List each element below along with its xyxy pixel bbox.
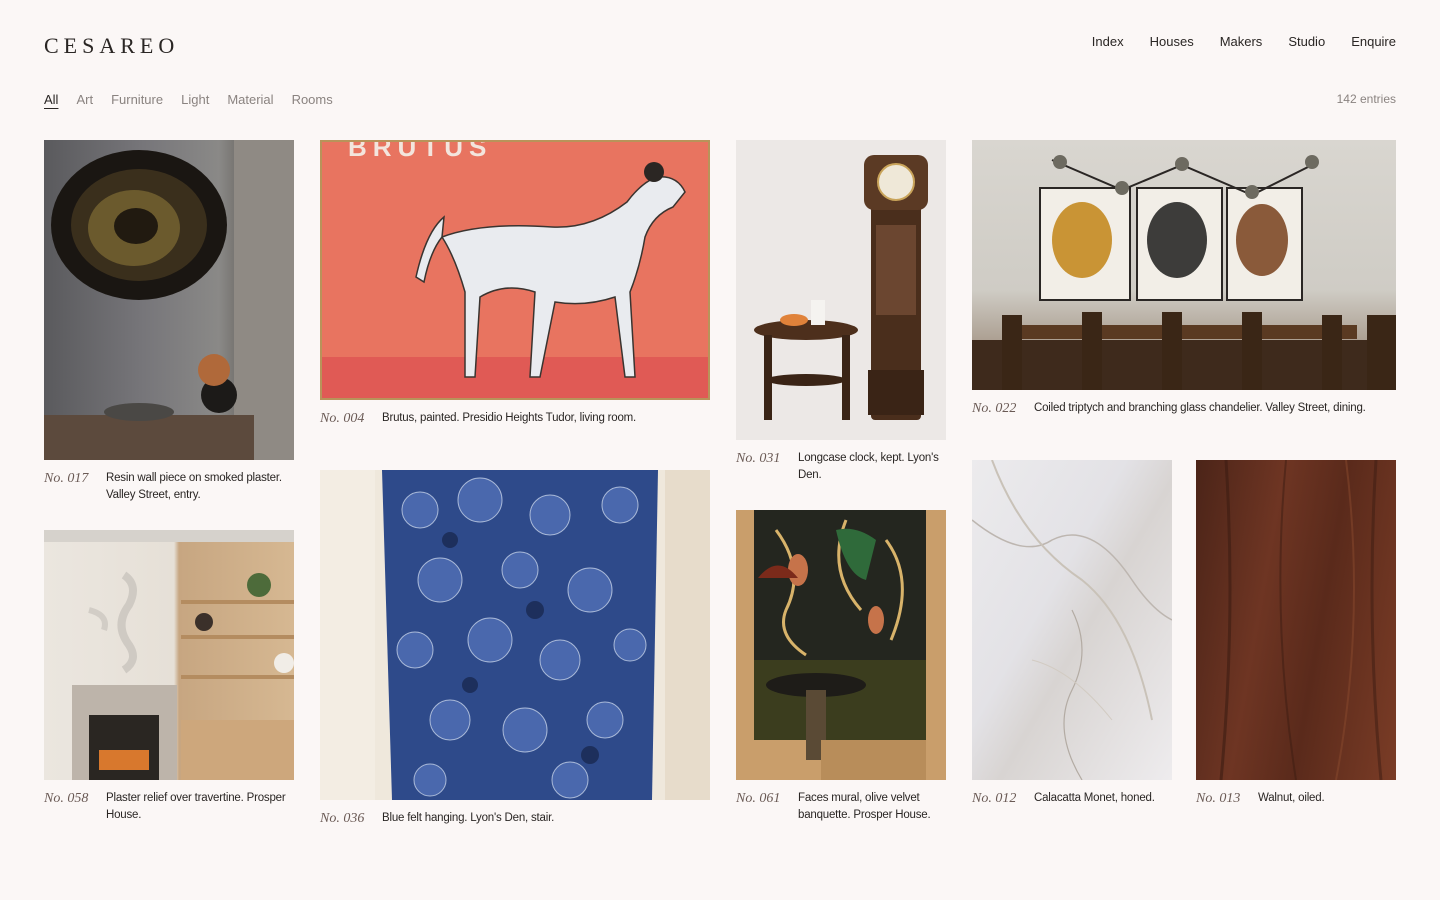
dining-image bbox=[972, 155, 1396, 390]
entry-card[interactable]: No. 012 Calacatta Monet, honed. bbox=[972, 460, 1172, 810]
entry-text: Blue felt hanging. Lyon's Den, stair. bbox=[382, 812, 555, 824]
entry-number: No. 058 bbox=[44, 791, 89, 806]
entry-image[interactable] bbox=[736, 140, 946, 440]
felt-hanging bbox=[320, 470, 710, 800]
entry-text: Plaster relief over travertine. Prosper … bbox=[106, 792, 286, 821]
entry-caption: No. 022 Coiled triptych and branching gl… bbox=[972, 400, 1396, 417]
filter-all[interactable]: All bbox=[44, 92, 58, 107]
resin-artwork bbox=[44, 140, 294, 460]
nav-item-makers[interactable]: Makers bbox=[1220, 34, 1263, 49]
entry-number: No. 022 bbox=[972, 401, 1017, 416]
entry-text: Brutus, painted. Presidio Heights Tudor,… bbox=[382, 412, 637, 424]
entry-image[interactable]: BRUTUS bbox=[320, 140, 710, 400]
entry-card[interactable]: No. 061 Faces mural, olive velvet banque… bbox=[736, 510, 946, 825]
entry-number: No. 004 bbox=[320, 411, 365, 426]
nav-item-studio[interactable]: Studio bbox=[1288, 34, 1325, 49]
brand-logo[interactable]: CESAREO bbox=[44, 33, 179, 59]
entry-card[interactable]: No. 031 Longcase clock, kept. Lyon's Den… bbox=[736, 140, 946, 485]
entry-text: Resin wall piece on smoked plaster. Vall… bbox=[106, 472, 282, 501]
nav-item-enquire[interactable]: Enquire bbox=[1351, 34, 1396, 49]
entry-card[interactable]: No. 013 Walnut, oiled. bbox=[1196, 460, 1396, 810]
entry-text: Longcase clock, kept. Lyon's Den. bbox=[798, 452, 939, 481]
mural-image bbox=[754, 510, 926, 780]
marble-swatch bbox=[972, 460, 1172, 780]
entry-image[interactable] bbox=[44, 140, 294, 460]
entry-card[interactable]: No. 022 Coiled triptych and branching gl… bbox=[972, 140, 1396, 420]
entry-caption: No. 013 Walnut, oiled. bbox=[1196, 790, 1396, 807]
entry-image[interactable] bbox=[972, 460, 1172, 780]
filter-art[interactable]: Art bbox=[76, 92, 93, 107]
entry-caption: No. 017 Resin wall piece on smoked plast… bbox=[44, 470, 294, 504]
entry-number: No. 036 bbox=[320, 811, 365, 826]
entry-number: No. 013 bbox=[1196, 791, 1241, 806]
entry-text: Walnut, oiled. bbox=[1258, 792, 1325, 804]
entry-caption: No. 031 Longcase clock, kept. Lyon's Den… bbox=[736, 450, 946, 484]
entry-card[interactable]: No. 036 Blue felt hanging. Lyon's Den, s… bbox=[320, 470, 710, 830]
entry-number: No. 012 bbox=[972, 791, 1017, 806]
painting-lettering: BRUTUS bbox=[348, 142, 492, 162]
entry-image[interactable] bbox=[972, 140, 1396, 390]
brutus-painting: BRUTUS bbox=[322, 142, 708, 398]
entry-number: No. 017 bbox=[44, 471, 89, 486]
entry-caption: No. 012 Calacatta Monet, honed. bbox=[972, 790, 1172, 807]
top-nav: Index Houses Makers Studio Enquire bbox=[1092, 34, 1396, 49]
clock-image bbox=[754, 155, 928, 420]
entry-number: No. 061 bbox=[736, 791, 781, 806]
nav-item-index[interactable]: Index bbox=[1092, 34, 1124, 49]
entry-image[interactable] bbox=[320, 470, 710, 800]
entry-text: Faces mural, olive velvet banquette. Pro… bbox=[798, 792, 931, 821]
entries-count: 142 entries bbox=[1336, 92, 1396, 106]
entry-caption: No. 061 Faces mural, olive velvet banque… bbox=[736, 790, 946, 824]
entry-image[interactable] bbox=[1196, 460, 1396, 780]
entry-caption: No. 036 Blue felt hanging. Lyon's Den, s… bbox=[320, 810, 710, 827]
entry-card[interactable]: No. 017 Resin wall piece on smoked plast… bbox=[44, 140, 294, 502]
entry-card[interactable]: BRUTUS No. 004 Brutus, painted. Presidio… bbox=[320, 140, 710, 430]
filter-light[interactable]: Light bbox=[181, 92, 209, 107]
plaster-artwork bbox=[44, 530, 294, 780]
entry-image[interactable] bbox=[44, 530, 294, 780]
entry-text: Calacatta Monet, honed. bbox=[1034, 792, 1155, 804]
entry-caption: No. 004 Brutus, painted. Presidio Height… bbox=[320, 410, 710, 427]
filter-furniture[interactable]: Furniture bbox=[111, 92, 163, 107]
entry-image[interactable] bbox=[736, 510, 946, 780]
entry-caption: No. 058 Plaster relief over travertine. … bbox=[44, 790, 294, 824]
entry-card[interactable]: No. 058 Plaster relief over travertine. … bbox=[44, 530, 294, 822]
filter-rooms[interactable]: Rooms bbox=[292, 92, 333, 107]
filter-bar: All Art Furniture Light Material Rooms bbox=[44, 92, 333, 107]
entry-number: No. 031 bbox=[736, 451, 781, 466]
entry-text: Coiled triptych and branching glass chan… bbox=[1034, 402, 1366, 414]
nav-item-houses[interactable]: Houses bbox=[1150, 34, 1194, 49]
filter-material[interactable]: Material bbox=[227, 92, 273, 107]
walnut-swatch bbox=[1219, 460, 1383, 780]
